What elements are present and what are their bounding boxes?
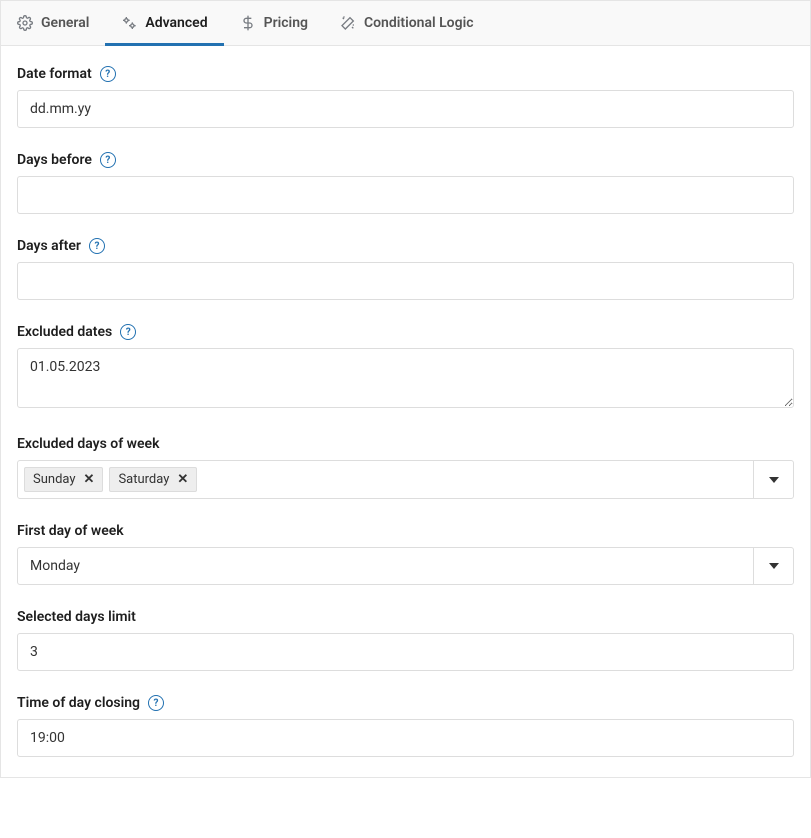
tag-sunday: Sunday ✕ [24, 467, 103, 492]
tab-label: General [41, 15, 89, 31]
multiselect-tags: Sunday ✕ Saturday ✕ [18, 461, 753, 498]
help-icon[interactable]: ? [148, 695, 164, 711]
excluded-days-multiselect[interactable]: Sunday ✕ Saturday ✕ [17, 460, 794, 499]
tab-conditional-logic[interactable]: Conditional Logic [324, 1, 490, 45]
days-after-input[interactable] [17, 262, 794, 300]
field-label-text: Time of day closing [17, 695, 140, 711]
field-date-format: Date format ? [17, 66, 794, 128]
tab-label: Conditional Logic [364, 15, 474, 31]
tab-general[interactable]: General [1, 1, 105, 45]
field-time-of-day-closing: Time of day closing ? [17, 695, 794, 757]
field-label-text: Days before [17, 152, 92, 168]
date-format-input[interactable] [17, 90, 794, 128]
help-icon[interactable]: ? [89, 238, 105, 254]
tab-label: Advanced [145, 15, 207, 31]
dropdown-toggle[interactable] [753, 461, 793, 498]
dropdown-toggle[interactable] [753, 548, 793, 584]
field-label-text: Excluded dates [17, 324, 112, 340]
excluded-dates-textarea[interactable] [17, 348, 794, 408]
dollar-icon [240, 15, 256, 31]
field-label-text: First day of week [17, 523, 124, 539]
field-days-before: Days before ? [17, 152, 794, 214]
help-icon[interactable]: ? [100, 152, 116, 168]
close-icon[interactable]: ✕ [84, 473, 95, 486]
chevron-down-icon [769, 563, 779, 569]
tag-label: Sunday [33, 472, 76, 487]
first-day-select[interactable]: Monday [17, 547, 794, 585]
tab-label: Pricing [264, 15, 308, 31]
select-value: Monday [18, 548, 753, 584]
gear-icon [17, 15, 33, 31]
wand-icon [340, 15, 356, 31]
tab-advanced[interactable]: Advanced [105, 1, 223, 45]
field-label-text: Date format [17, 66, 92, 82]
days-before-input[interactable] [17, 176, 794, 214]
close-icon[interactable]: ✕ [177, 473, 188, 486]
time-of-day-closing-input[interactable] [17, 719, 794, 757]
tag-saturday: Saturday ✕ [109, 467, 197, 492]
tabs-bar: General Advanced Pricing Conditional Log… [1, 1, 810, 46]
field-selected-days-limit: Selected days limit [17, 609, 794, 671]
field-label-text: Selected days limit [17, 609, 136, 625]
help-icon[interactable]: ? [120, 324, 136, 340]
selected-days-limit-input[interactable] [17, 633, 794, 671]
field-label-text: Excluded days of week [17, 436, 159, 452]
gears-icon [121, 15, 137, 31]
field-excluded-dates: Excluded dates ? [17, 324, 794, 412]
tag-label: Saturday [118, 472, 169, 487]
field-label-text: Days after [17, 238, 81, 254]
tab-pricing[interactable]: Pricing [224, 1, 324, 45]
field-excluded-days-of-week: Excluded days of week Sunday ✕ Saturday … [17, 436, 794, 499]
chevron-down-icon [769, 477, 779, 483]
field-days-after: Days after ? [17, 238, 794, 300]
help-icon[interactable]: ? [100, 66, 116, 82]
field-first-day-of-week: First day of week Monday [17, 523, 794, 585]
